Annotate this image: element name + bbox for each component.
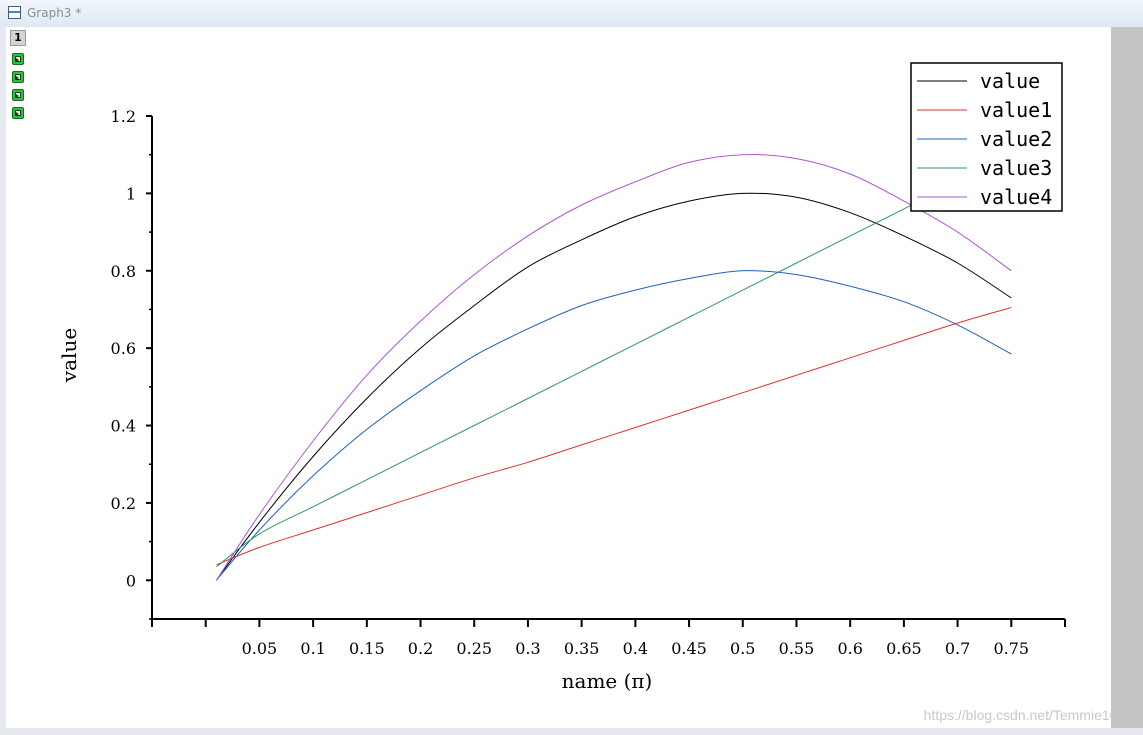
x-axis-title: name (π) [562, 669, 653, 693]
x-tick-label: 0.25 [456, 639, 492, 658]
series-line-value2 [216, 270, 1012, 581]
x-tick-label: 0.7 [945, 639, 970, 658]
graph-window: Graph3 * 1 0 0.2 0.4 0.6 0.8 1 1.2 0.05 0.1 0.15 0… [0, 0, 1143, 735]
x-tick-label: 0.65 [886, 639, 922, 658]
y-tick-label: 0.2 [111, 494, 136, 513]
y-tick-label: 0.4 [111, 417, 136, 436]
watermark: https://blog.csdn.net/Temmie1024 [923, 707, 1133, 723]
x-tick-label: 0.75 [993, 639, 1029, 658]
y-tick-label: 0 [126, 571, 136, 590]
x-tick-label: 0.05 [242, 639, 278, 658]
y-tick-label: 0.6 [111, 339, 136, 358]
x-tick-label: 0.4 [623, 639, 648, 658]
x-tick-label: 0.45 [671, 639, 707, 658]
x-tick-label: 0.2 [408, 639, 433, 658]
series-line-value1 [216, 307, 1012, 566]
x-tick-label: 0.5 [730, 639, 755, 658]
x-tick-label: 0.35 [564, 639, 600, 658]
line-chart: 0 0.2 0.4 0.6 0.8 1 1.2 0.05 0.1 0.15 0.2 0.25 0.3 0.… [57, 62, 1066, 693]
x-tick-label: 0.55 [779, 639, 815, 658]
y-tick-label: 1 [126, 184, 136, 203]
y-tick-label: 1.2 [111, 107, 136, 126]
legend-label: value3 [980, 156, 1052, 180]
legend-label: value4 [980, 185, 1052, 209]
x-tick-label: 0.3 [515, 639, 540, 658]
x-tick-label: 0.15 [349, 639, 385, 658]
series-lines [215, 154, 1012, 581]
x-tick-label: 0.6 [837, 639, 862, 658]
series-line-value4 [215, 154, 1012, 581]
y-axis-title: value [57, 328, 81, 383]
legend-label: value1 [980, 98, 1052, 122]
y-tick-label: 0.8 [111, 262, 136, 281]
legend-label: value [980, 69, 1040, 93]
x-tick-label: 0.1 [300, 639, 325, 658]
legend[interactable]: value value1 value2 value3 value4 [910, 62, 1063, 212]
series-line-value3 [216, 154, 1012, 568]
legend-label: value2 [980, 127, 1052, 151]
